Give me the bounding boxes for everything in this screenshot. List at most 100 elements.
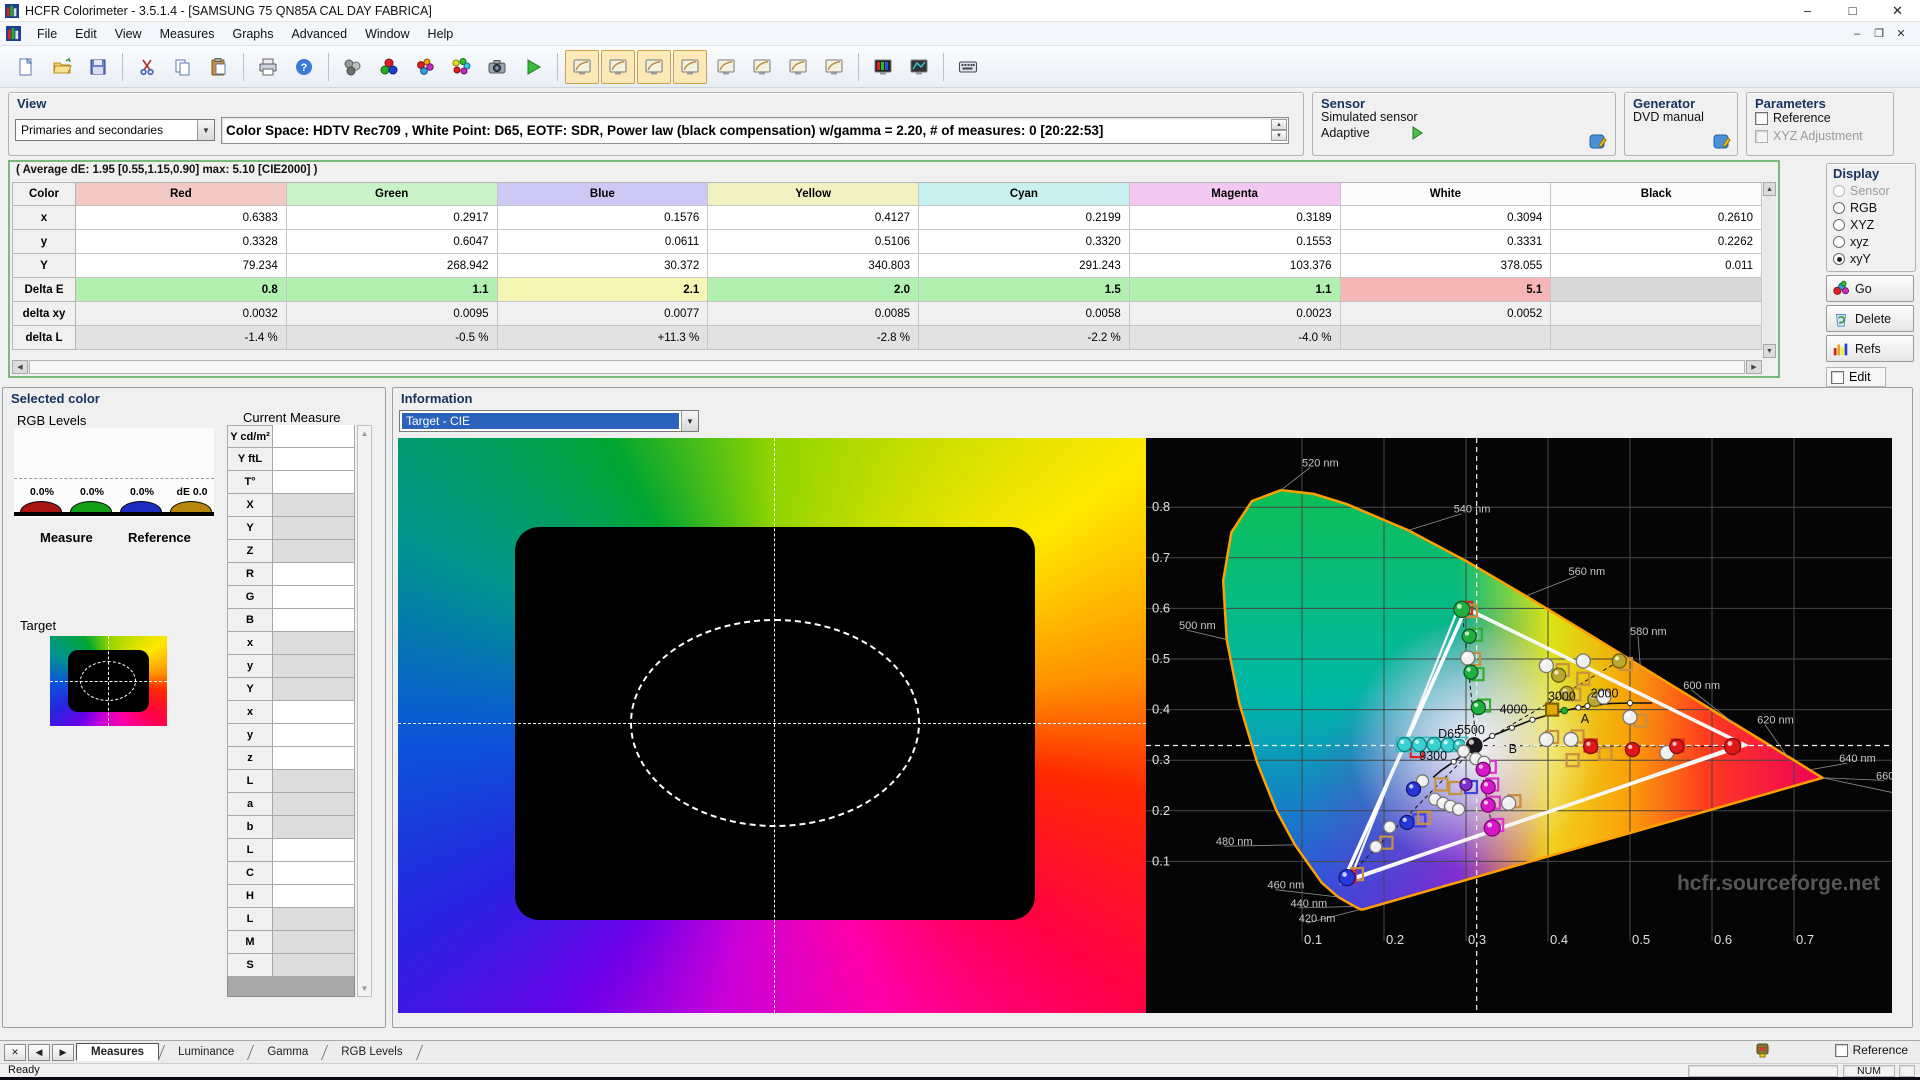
menu-file[interactable]: File — [28, 25, 66, 43]
view-cie-button[interactable] — [781, 50, 815, 84]
scroll-left-icon[interactable]: ◀ — [12, 360, 28, 374]
go-button[interactable]: Go — [1826, 275, 1914, 302]
cell-x-magenta[interactable]: 0.3189 — [1130, 206, 1341, 230]
print-button[interactable] — [251, 50, 285, 84]
cm-value[interactable] — [273, 448, 355, 471]
save-file-button[interactable] — [81, 50, 115, 84]
cm-value[interactable] — [273, 563, 355, 586]
cell-delta-l-yellow[interactable]: -2.8 % — [708, 326, 919, 350]
cell-delta-xy-yellow[interactable]: 0.0085 — [708, 302, 919, 326]
cell-delta-l-magenta[interactable]: -4.0 % — [1130, 326, 1341, 350]
copy-button[interactable] — [166, 50, 200, 84]
cm-value[interactable] — [273, 816, 355, 839]
delete-button[interactable]: Delete — [1826, 305, 1914, 332]
cell-delta-xy-black[interactable] — [1551, 302, 1762, 326]
cm-value[interactable] — [273, 701, 355, 724]
menu-view[interactable]: View — [106, 25, 151, 43]
cell-y-cyan[interactable]: 291.243 — [919, 254, 1130, 278]
radio-icon[interactable] — [1833, 253, 1845, 265]
reference-checkbox[interactable]: Reference — [1835, 1043, 1908, 1057]
generator-config-icon[interactable] — [1713, 133, 1731, 151]
cell-y-black[interactable]: 0.2262 — [1551, 230, 1762, 254]
cm-value[interactable] — [273, 678, 355, 701]
measures-vscrollbar[interactable]: ▲▼ — [1763, 182, 1776, 358]
chevron-down-icon[interactable]: ▼ — [197, 120, 214, 140]
cm-value[interactable] — [273, 908, 355, 931]
view-nearblack-button[interactable] — [637, 50, 671, 84]
tab-gamma[interactable]: Gamma — [253, 1044, 322, 1060]
cm-value[interactable] — [273, 885, 355, 908]
cell-y-white[interactable]: 378.055 — [1341, 254, 1552, 278]
configure-sensor-button[interactable] — [336, 50, 370, 84]
view-nearwhite-button[interactable] — [673, 50, 707, 84]
cm-value[interactable] — [273, 793, 355, 816]
tab-rgb-levels[interactable]: RGB Levels — [327, 1044, 416, 1060]
cm-value[interactable] — [273, 747, 355, 770]
cell-delta-e-cyan[interactable]: 1.5 — [919, 278, 1130, 302]
view-rgblevels-button[interactable] — [709, 50, 743, 84]
display-radio-xyz[interactable]: xyz — [1827, 233, 1915, 250]
cell-y-green[interactable]: 0.6047 — [287, 230, 498, 254]
cell-x-yellow[interactable]: 0.4127 — [708, 206, 919, 230]
new-file-button[interactable] — [9, 50, 43, 84]
scroll-up-icon[interactable]: ▲ — [1763, 182, 1776, 196]
cell-delta-xy-cyan[interactable]: 0.0058 — [919, 302, 1130, 326]
cell-y-blue[interactable]: 0.0611 — [498, 230, 709, 254]
tab-luminance[interactable]: Luminance — [164, 1044, 248, 1060]
help-button[interactable]: ? — [287, 50, 321, 84]
cell-delta-l-red[interactable]: -1.4 % — [76, 326, 287, 350]
radio-icon[interactable] — [1833, 202, 1845, 214]
cell-delta-e-white[interactable]: 5.1 — [1341, 278, 1552, 302]
maximize-button[interactable]: □ — [1830, 0, 1875, 21]
chevron-down-icon[interactable]: ▼ — [681, 411, 698, 431]
view-measures-button[interactable] — [565, 50, 599, 84]
mdi-restore-button[interactable]: ❐ — [1868, 25, 1890, 43]
tab-measures[interactable]: Measures — [76, 1043, 159, 1061]
cell-y-blue[interactable]: 30.372 — [498, 254, 709, 278]
cell-y-black[interactable]: 0.011 — [1551, 254, 1762, 278]
information-view-dropdown[interactable]: Target - CIE ▼ — [399, 410, 699, 432]
cell-y-cyan[interactable]: 0.3320 — [919, 230, 1130, 254]
menu-window[interactable]: Window — [356, 25, 418, 43]
cm-value[interactable] — [273, 862, 355, 885]
snapshot-button[interactable] — [480, 50, 514, 84]
virtual-keyboard-button[interactable] — [951, 50, 985, 84]
cell-delta-l-green[interactable]: -0.5 % — [287, 326, 498, 350]
close-button[interactable]: ✕ — [1875, 0, 1920, 21]
menu-edit[interactable]: Edit — [66, 25, 106, 43]
refs-button[interactable]: Refs — [1826, 335, 1914, 362]
cell-y-yellow[interactable]: 0.5106 — [708, 230, 919, 254]
cell-delta-xy-green[interactable]: 0.0095 — [287, 302, 498, 326]
cell-y-yellow[interactable]: 340.803 — [708, 254, 919, 278]
sensor-run-icon[interactable] — [1410, 126, 1424, 140]
measure-count-spinner[interactable]: ▲ ▼ — [1271, 119, 1287, 141]
view-gamma-button[interactable] — [601, 50, 635, 84]
cm-value[interactable] — [273, 586, 355, 609]
mdi-close-button[interactable]: ✕ — [1890, 25, 1912, 43]
view-histogram-button[interactable] — [902, 50, 936, 84]
current-measure-scrollbar[interactable]: ▲▼ — [357, 425, 372, 997]
display-radio-xyz[interactable]: XYZ — [1827, 216, 1915, 233]
cm-value[interactable] — [273, 632, 355, 655]
cm-value[interactable] — [273, 724, 355, 747]
cell-delta-xy-white[interactable]: 0.0052 — [1341, 302, 1552, 326]
cell-delta-xy-blue[interactable]: 0.0077 — [498, 302, 709, 326]
cell-y-magenta[interactable]: 0.1553 — [1130, 230, 1341, 254]
cell-x-blue[interactable]: 0.1576 — [498, 206, 709, 230]
cell-x-white[interactable]: 0.3094 — [1341, 206, 1552, 230]
cm-value[interactable] — [273, 770, 355, 793]
cell-delta-e-magenta[interactable]: 1.1 — [1130, 278, 1341, 302]
cell-y-red[interactable]: 0.3328 — [76, 230, 287, 254]
measures-table[interactable]: ColorRedGreenBlueYellowCyanMagentaWhiteB… — [12, 182, 1762, 350]
scrollbar-thumb[interactable] — [29, 360, 1745, 374]
open-file-button[interactable] — [45, 50, 79, 84]
sensor-config-icon[interactable] — [1589, 133, 1607, 151]
scroll-down-icon[interactable]: ▼ — [1763, 344, 1776, 358]
cm-value[interactable] — [273, 517, 355, 540]
measure-grayscale-button[interactable] — [372, 50, 406, 84]
menu-advanced[interactable]: Advanced — [282, 25, 356, 43]
cm-value[interactable] — [273, 540, 355, 563]
view-colortemp-button[interactable] — [866, 50, 900, 84]
cm-value[interactable] — [273, 954, 355, 977]
menu-graphs[interactable]: Graphs — [223, 25, 282, 43]
